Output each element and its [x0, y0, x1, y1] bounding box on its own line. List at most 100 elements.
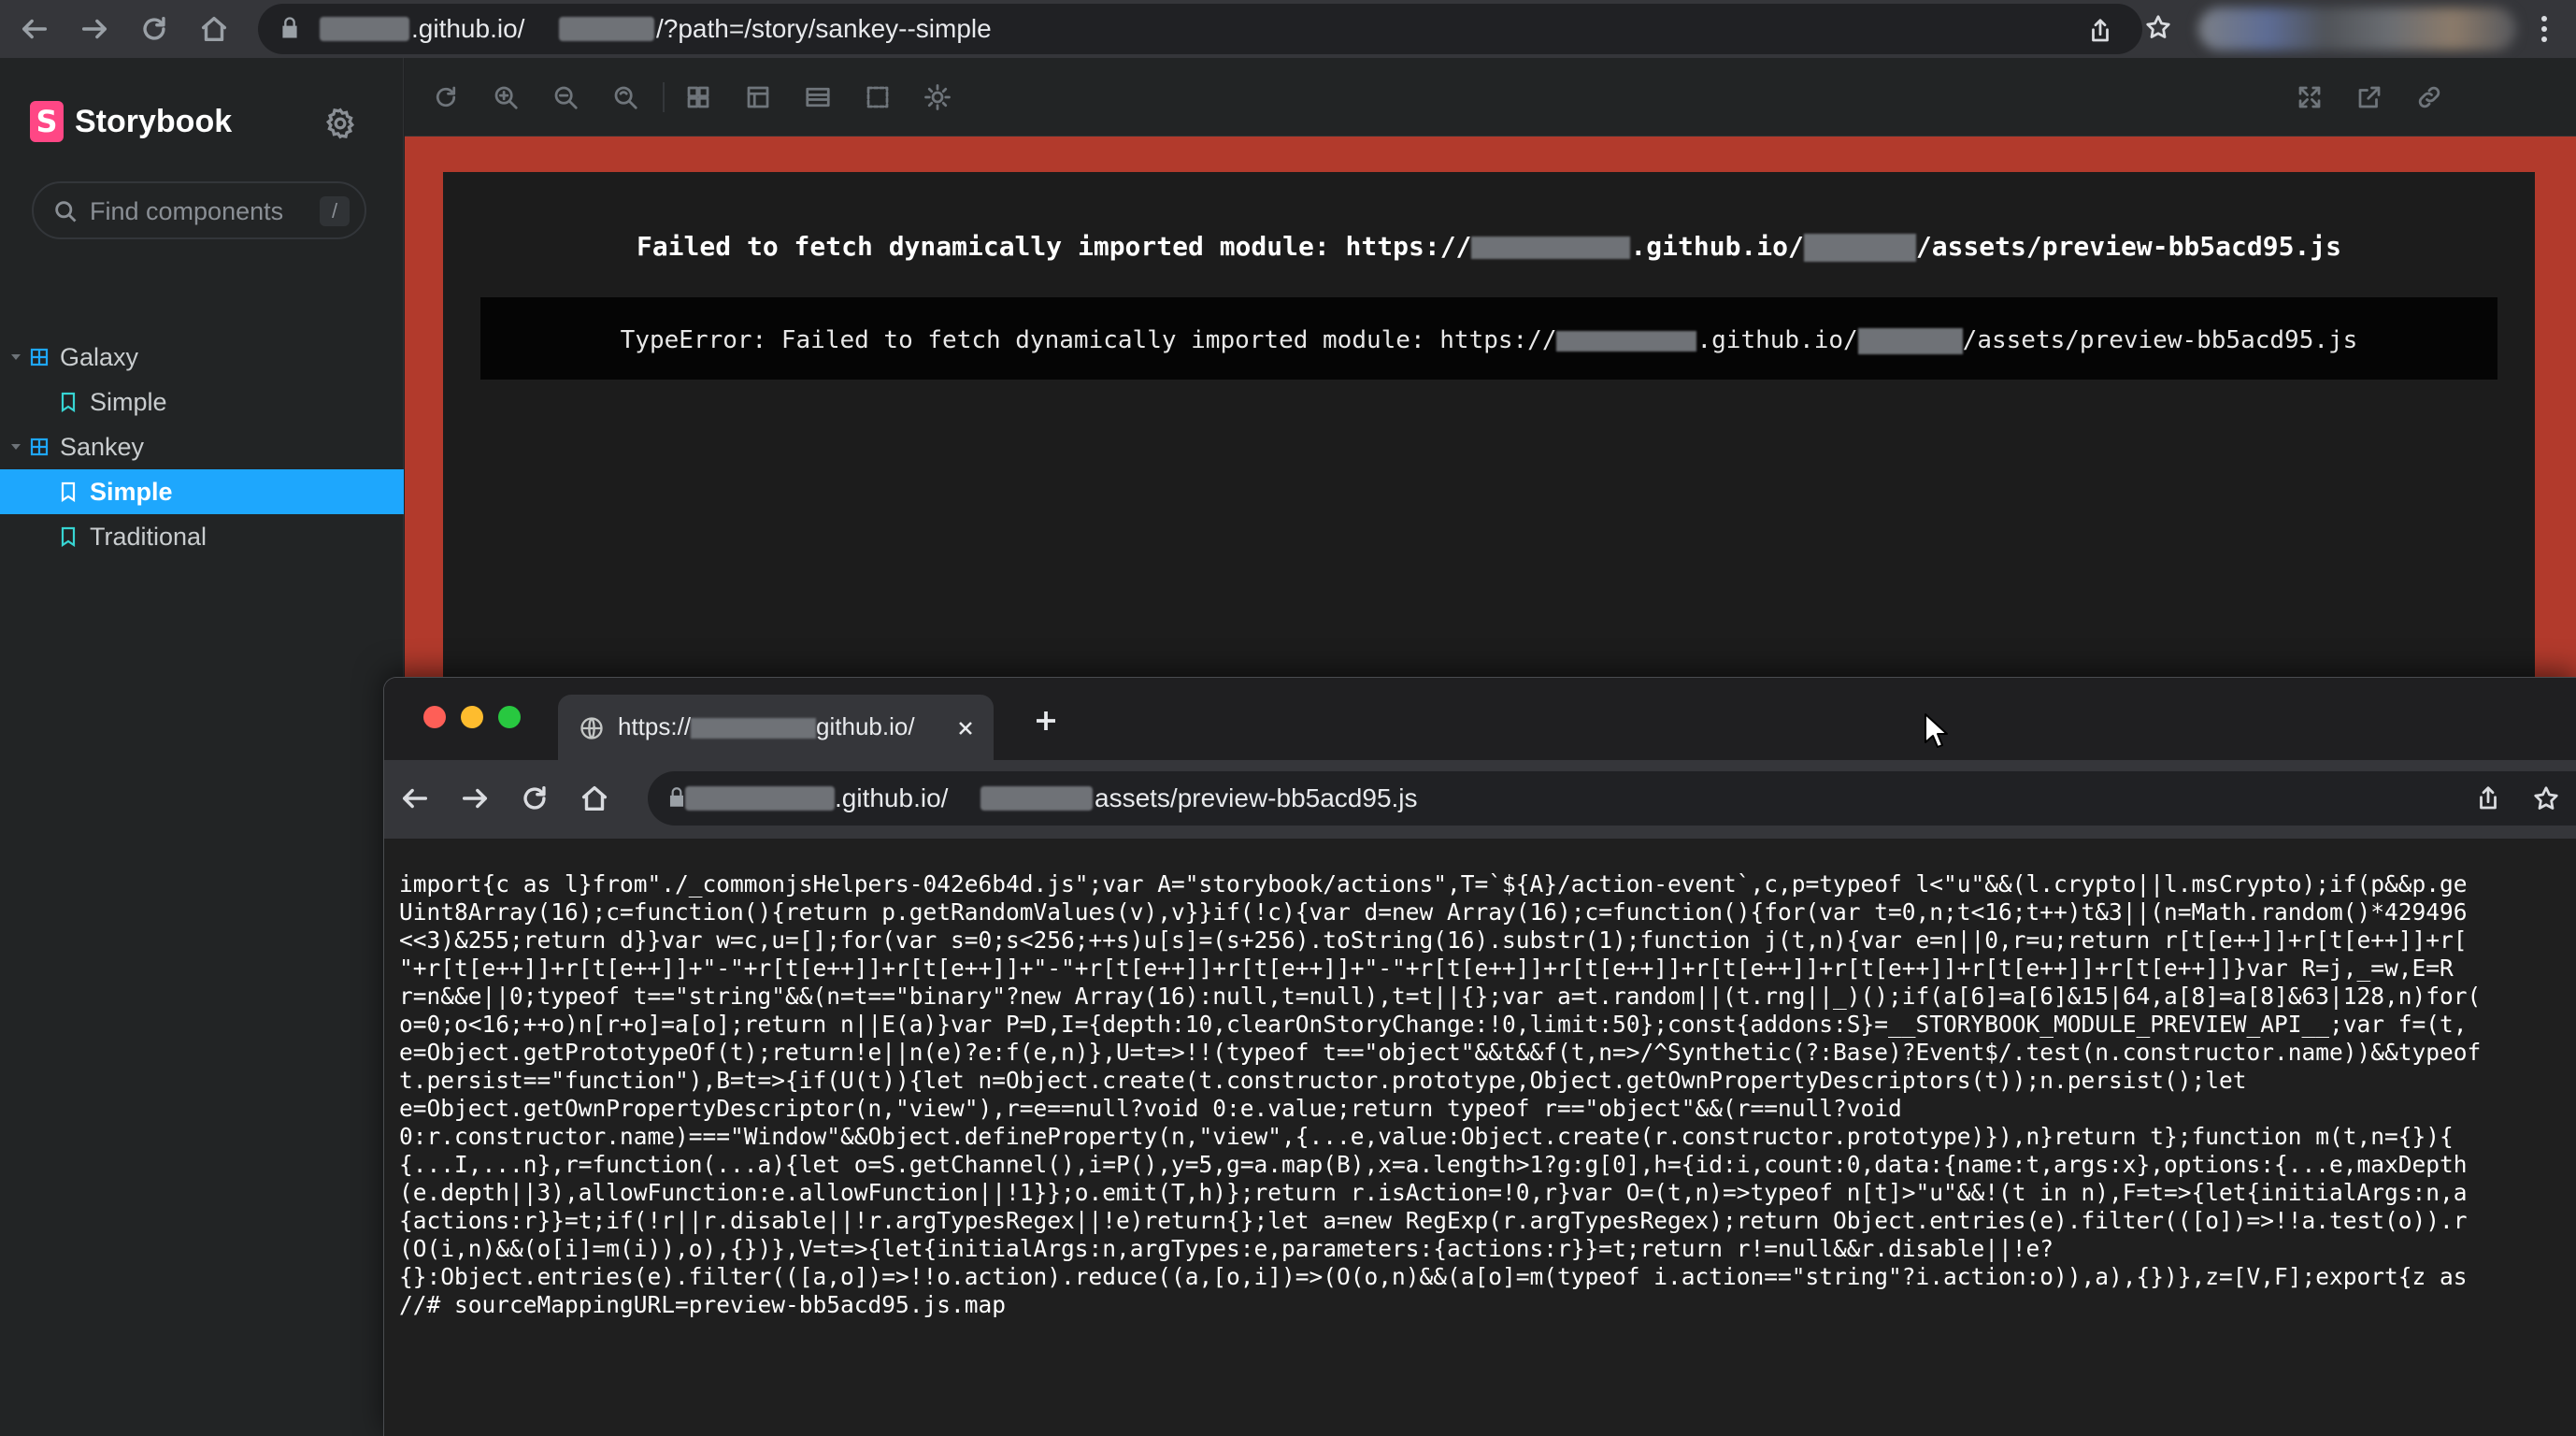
measure-icon[interactable]	[921, 80, 954, 114]
copy-link-icon[interactable]	[2412, 80, 2446, 114]
redacted-text	[559, 17, 654, 41]
redacted-text	[1803, 234, 1916, 262]
forward-button[interactable]	[451, 775, 498, 822]
share-icon[interactable]	[2079, 9, 2122, 52]
code-line: import{c as l}from"./_commonjsHelpers-04…	[399, 870, 2468, 898]
brand-name: Storybook	[75, 103, 233, 139]
search-shortcut: /	[320, 196, 350, 226]
component-icon	[30, 348, 49, 366]
browser-toolbar: .github.io/ /?path=/story/sankey--simple	[0, 0, 2576, 58]
code-line: {actions:r}}=t;if(!r||r.disable||!r.argT…	[399, 1207, 2468, 1234]
tree-label: Simple	[90, 478, 173, 506]
home-button[interactable]	[191, 6, 237, 52]
bookmark-star-icon[interactable]	[2137, 6, 2180, 49]
home-icon	[581, 785, 608, 811]
forward-button[interactable]	[71, 6, 118, 52]
tab-close-button[interactable]	[952, 715, 979, 741]
arrow-right-icon	[462, 788, 488, 809]
share-icon[interactable]	[2467, 777, 2510, 820]
reload-button[interactable]	[131, 6, 178, 52]
reload-button[interactable]	[511, 775, 558, 822]
outline-icon[interactable]	[861, 80, 894, 114]
error-title-prefix: Failed to fetch dynamically imported mod…	[636, 231, 1472, 262]
background-icon[interactable]	[741, 80, 775, 114]
zoom-reset-icon[interactable]	[608, 80, 642, 114]
bookmark-icon	[60, 481, 77, 503]
code-line: o=0;o<16;++o)n[r+o]=a[o];return n||E(a)}…	[399, 1011, 2468, 1038]
grid-icon[interactable]	[681, 80, 715, 114]
reload-icon	[523, 785, 546, 810]
close-icon	[959, 722, 972, 735]
error-title-mid: .github.io/	[1630, 231, 1804, 262]
code-line: (O(i,n)&&(o[i]=m(i)),o),{})},V=t=>{let{i…	[399, 1235, 2054, 1262]
active-tab[interactable]: https:// github.io/	[558, 695, 994, 760]
url-domain: .github.io/	[411, 14, 525, 43]
bookmark-icon	[60, 526, 77, 548]
code-line: (e.depth||3),allowFunction:e.allowFuncti…	[399, 1179, 2468, 1206]
error-stack-suffix: /assets/preview-bb5acd95.js	[1962, 326, 2358, 354]
storybook-brand[interactable]: S Storybook	[30, 99, 232, 144]
code-line: e=Object.getPrototypeOf(t);return!e||n(e…	[399, 1039, 2482, 1066]
bookmark-star-icon[interactable]	[2525, 777, 2568, 820]
code-line: <<3)&255;return d}}var w=c,u=[];for(var …	[399, 926, 2468, 954]
redacted-text	[685, 786, 835, 811]
component-icon	[30, 438, 49, 456]
tab-strip: https:// github.io/	[384, 678, 2576, 760]
code-line: 0:r.constructor.name)==="Window"&&Object…	[399, 1123, 2454, 1150]
browser-menu-button[interactable]	[2524, 7, 2565, 50]
code-line: r=n&&e||0;typeof t=="string"&&(n=t=="bin…	[399, 983, 2482, 1010]
error-title: Failed to fetch dynamically imported mod…	[443, 228, 2535, 266]
code-line: Uint8Array(16);c=function(){return p.get…	[399, 898, 2468, 926]
plus-icon	[1037, 711, 1055, 730]
new-tab-button[interactable]	[1027, 702, 1065, 740]
source-view: import{c as l}from"./_commonjsHelpers-04…	[384, 839, 2576, 1436]
window-minimize-button[interactable]	[461, 706, 483, 728]
home-button[interactable]	[571, 775, 618, 822]
code-line: //# sourceMappingURL=preview-bb5acd95.js…	[399, 1291, 1007, 1318]
redacted-text	[1556, 330, 1697, 352]
tab-title: https:// github.io/	[618, 711, 915, 741]
arrow-right-icon	[81, 19, 107, 39]
error-stack-prefix: TypeError: Failed to fetch dynamically i…	[620, 326, 1557, 354]
settings-gear-icon[interactable]	[323, 107, 357, 140]
tab-title-prefix: https://	[618, 712, 692, 740]
url-domain: .github.io/	[835, 783, 949, 812]
extensions-area[interactable]	[2198, 7, 2516, 50]
redacted-text	[691, 718, 817, 740]
chevron-down-icon	[9, 440, 22, 453]
source-code: import{c as l}from"./_commonjsHelpers-04…	[399, 870, 2481, 1319]
zoom-in-icon[interactable]	[489, 80, 522, 114]
bookmark-icon	[60, 392, 77, 413]
globe-icon	[579, 715, 605, 741]
redacted-text	[980, 786, 1093, 811]
redacted-text	[320, 17, 409, 41]
address-bar[interactable]: .github.io/ /?path=/story/sankey--simple	[258, 4, 2142, 54]
tree-story-sankey-traditional[interactable]: Traditional	[0, 514, 404, 559]
redacted-text	[1471, 237, 1631, 259]
fullscreen-icon[interactable]	[2293, 80, 2326, 114]
address-bar[interactable]: .github.io/ assets/preview-bb5acd95.js	[648, 771, 2576, 826]
tree-component-sankey[interactable]: Sankey	[0, 424, 404, 469]
viewport-icon[interactable]	[801, 80, 835, 114]
error-title-suffix: /assets/preview-bb5acd95.js	[1915, 231, 2342, 262]
code-line: e=Object.getOwnPropertyDescriptor(n,"vie…	[399, 1095, 1902, 1122]
error-stack-text: TypeError: Failed to fetch dynamically i…	[480, 323, 2497, 357]
open-new-tab-icon[interactable]	[2353, 80, 2386, 114]
window-close-button[interactable]	[423, 706, 446, 728]
tree-component-galaxy[interactable]: Galaxy	[0, 335, 404, 380]
search-icon	[52, 198, 79, 224]
code-line: t.persist=="function"),B=t=>{if(U(t)){le…	[399, 1067, 2247, 1094]
redacted-text	[1857, 327, 1963, 354]
back-button[interactable]	[11, 6, 58, 52]
tree-label: Galaxy	[60, 343, 139, 371]
tree-story-galaxy-simple[interactable]: Simple	[0, 380, 404, 424]
window-zoom-button[interactable]	[498, 706, 521, 728]
canvas-toolbar	[405, 58, 2576, 136]
component-search[interactable]: Find components /	[32, 181, 366, 239]
url-path: /?path=/story/sankey--simple	[656, 14, 992, 43]
zoom-out-icon[interactable]	[549, 80, 582, 114]
back-button[interactable]	[392, 775, 438, 822]
reload-icon	[143, 16, 165, 40]
tree-story-sankey-simple[interactable]: Simple	[0, 469, 404, 514]
remount-reload-icon[interactable]	[429, 80, 463, 114]
